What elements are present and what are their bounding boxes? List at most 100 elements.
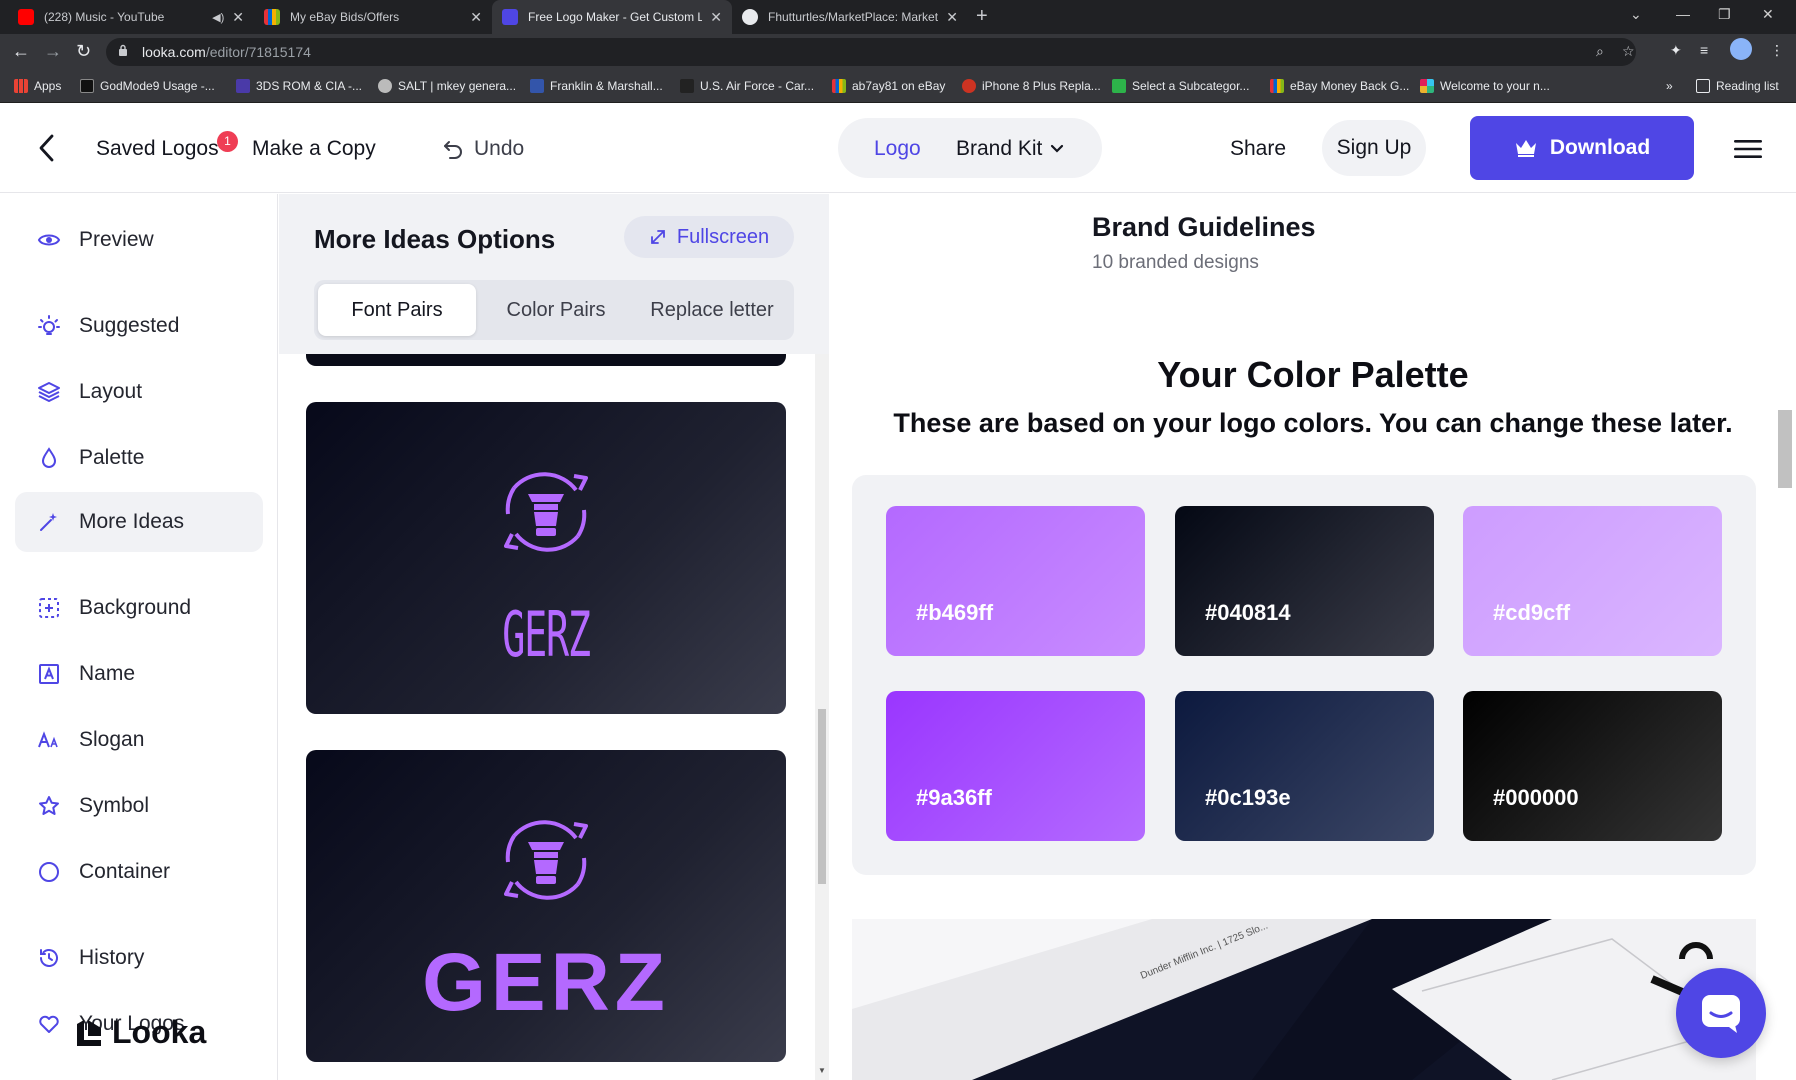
color-swatch[interactable]: #0c193e: [1175, 691, 1434, 841]
media-control-icon[interactable]: ≡: [1700, 42, 1708, 58]
share-button[interactable]: Share: [1230, 137, 1286, 161]
brand-guidelines-subtitle: 10 branded designs: [1092, 252, 1259, 273]
main-scrollbar-thumb[interactable]: [1778, 410, 1792, 488]
lightbulb-icon: [38, 315, 60, 335]
color-swatch[interactable]: #cd9cff: [1463, 506, 1722, 656]
mute-icon[interactable]: ◀): [212, 11, 224, 24]
color-swatch[interactable]: #9a36ff: [886, 691, 1145, 841]
palette-title: Your Color Palette: [1157, 354, 1469, 395]
sidebar-item-palette[interactable]: Palette: [15, 428, 263, 488]
bookmark-label: GodMode9 Usage -...: [100, 79, 215, 93]
make-copy-link[interactable]: Make a Copy: [252, 137, 376, 161]
bookmark-item[interactable]: SALT | mkey genera...: [378, 79, 516, 93]
download-label: Download: [1549, 136, 1651, 159]
close-window-icon[interactable]: ✕: [1762, 6, 1774, 23]
chat-launcher-button[interactable]: [1676, 968, 1766, 1058]
business-card-mockup: Dunder Mifflin Inc. | 1725 Slo...: [852, 919, 1756, 1080]
bookmark-item[interactable]: Franklin & Marshall...: [530, 79, 663, 93]
saved-logos-badge: 1: [217, 131, 238, 152]
sidebar-item-name[interactable]: Name: [15, 644, 263, 704]
color-swatch[interactable]: #b469ff: [886, 506, 1145, 656]
more-vert-icon[interactable]: ⋮: [1770, 42, 1784, 59]
forward-arrow-icon[interactable]: →: [44, 41, 62, 62]
brand-kit-dropdown[interactable]: Brand Kit: [956, 137, 1064, 161]
fullscreen-button[interactable]: Fullscreen: [624, 216, 794, 258]
options-header: More Ideas Options Fullscreen Font Pairs…: [279, 194, 829, 354]
profile-avatar[interactable]: [1730, 38, 1752, 60]
reload-icon[interactable]: ↻: [76, 41, 91, 62]
scroll-down-arrow-icon[interactable]: ▼: [818, 1066, 826, 1075]
layers-icon: [38, 382, 60, 402]
logo-card-partial[interactable]: [306, 354, 786, 366]
options-scrollbar[interactable]: ▼: [815, 354, 829, 1080]
saved-logos-link[interactable]: Saved Logos: [96, 137, 219, 161]
bookmark-star-icon[interactable]: ☆: [1622, 43, 1635, 60]
new-tab-icon[interactable]: +: [976, 5, 988, 28]
tab-font-pairs[interactable]: Font Pairs: [318, 284, 476, 336]
sidebar-item-label: History: [79, 946, 145, 969]
color-swatch[interactable]: #000000: [1463, 691, 1722, 841]
tab-color-pairs[interactable]: Color Pairs: [478, 284, 634, 336]
tab-replace-letter[interactable]: Replace letter: [634, 284, 790, 336]
sidebar-item-layout[interactable]: Layout: [15, 362, 263, 422]
bookmark-item[interactable]: Select a Subcategor...: [1112, 79, 1249, 93]
sidebar-item-history[interactable]: History: [15, 928, 263, 988]
browser-tab-github[interactable]: Fhutturtles/MarketPlace: Market ✕: [732, 0, 968, 34]
sidebar-item-preview[interactable]: Preview: [15, 210, 263, 270]
close-tab-icon[interactable]: ✕: [232, 9, 244, 26]
sidebar-item-label: Name: [79, 662, 136, 685]
browser-tab-ebay[interactable]: My eBay Bids/Offers ✕: [254, 0, 492, 34]
heart-icon: [39, 1015, 59, 1033]
bookmark-item[interactable]: U.S. Air Force - Car...: [680, 79, 814, 93]
palette-subtitle: These are based on your logo colors. You…: [893, 408, 1733, 438]
color-swatch[interactable]: #040814: [1175, 506, 1434, 656]
bookmark-label: Apps: [34, 79, 62, 93]
close-tab-icon[interactable]: ✕: [946, 9, 958, 26]
bookmarks-overflow-icon[interactable]: »: [1666, 79, 1673, 93]
zoom-icon[interactable]: ⌕: [1596, 43, 1604, 60]
restore-icon[interactable]: ❐: [1718, 6, 1731, 23]
sidebar-item-suggested[interactable]: Suggested: [15, 296, 263, 356]
sidebar-item-symbol[interactable]: Symbol: [15, 776, 263, 836]
sidebar-item-label: Suggested: [79, 314, 180, 337]
close-tab-icon[interactable]: ✕: [470, 9, 482, 26]
bookmark-item[interactable]: eBay Money Back G...: [1270, 79, 1409, 93]
hamburger-menu-icon[interactable]: [1734, 139, 1762, 159]
reading-list-button[interactable]: Reading list: [1696, 79, 1779, 93]
back-chevron-icon[interactable]: [36, 132, 58, 164]
minimize-icon[interactable]: —: [1676, 6, 1690, 22]
close-tab-icon[interactable]: ✕: [710, 9, 722, 26]
bookmark-item[interactable]: ab7ay81 on eBay: [832, 79, 945, 93]
undo-icon: [444, 141, 462, 159]
logo-idea-card[interactable]: GERZ: [306, 402, 786, 714]
download-button[interactable]: Download: [1470, 116, 1694, 180]
sidebar-item-more-ideas[interactable]: More Ideas: [15, 492, 263, 552]
bookmark-label: SALT | mkey genera...: [398, 79, 517, 93]
bookmark-item[interactable]: GodMode9 Usage -...: [80, 79, 215, 93]
brand-kit-label: Brand Kit: [956, 137, 1043, 160]
browser-tab-looka[interactable]: Free Logo Maker - Get Custom L ✕: [492, 0, 732, 34]
bookmark-item[interactable]: Welcome to your n...: [1420, 79, 1550, 93]
bookmark-item[interactable]: iPhone 8 Plus Repla...: [962, 79, 1101, 93]
bookmark-apps[interactable]: Apps: [14, 79, 61, 93]
logo-idea-card[interactable]: GERZ: [306, 750, 786, 1062]
sidebar-item-slogan[interactable]: Slogan: [15, 710, 263, 770]
tab-search-icon[interactable]: ⌄: [1630, 6, 1642, 23]
bookmark-item[interactable]: 3DS ROM & CIA -...: [236, 79, 362, 93]
sidebar-item-background[interactable]: Background: [15, 578, 263, 638]
background-icon: [39, 598, 59, 618]
sidebar-item-container[interactable]: Container: [15, 842, 263, 902]
bookmark-label: Franklin & Marshall...: [550, 79, 663, 93]
tab-title: Fhutturtles/MarketPlace: Market: [768, 10, 939, 24]
back-arrow-icon[interactable]: ←: [12, 41, 30, 62]
circle-icon: [39, 862, 59, 882]
bookmark-label: ab7ay81 on eBay: [852, 79, 946, 93]
sign-up-button[interactable]: Sign Up: [1322, 120, 1426, 176]
browser-tab-youtube[interactable]: (228) Music - YouTube ◀) ✕: [8, 0, 254, 34]
scrollbar-thumb[interactable]: [818, 709, 826, 884]
extensions-icon[interactable]: ✦: [1670, 42, 1682, 59]
logo-tab[interactable]: Logo: [874, 137, 921, 161]
address-bar[interactable]: looka.com/editor/71815174 ⌕ ☆: [106, 38, 1636, 66]
bookmark-label: iPhone 8 Plus Repla...: [982, 79, 1101, 93]
undo-button[interactable]: Undo: [442, 137, 524, 161]
